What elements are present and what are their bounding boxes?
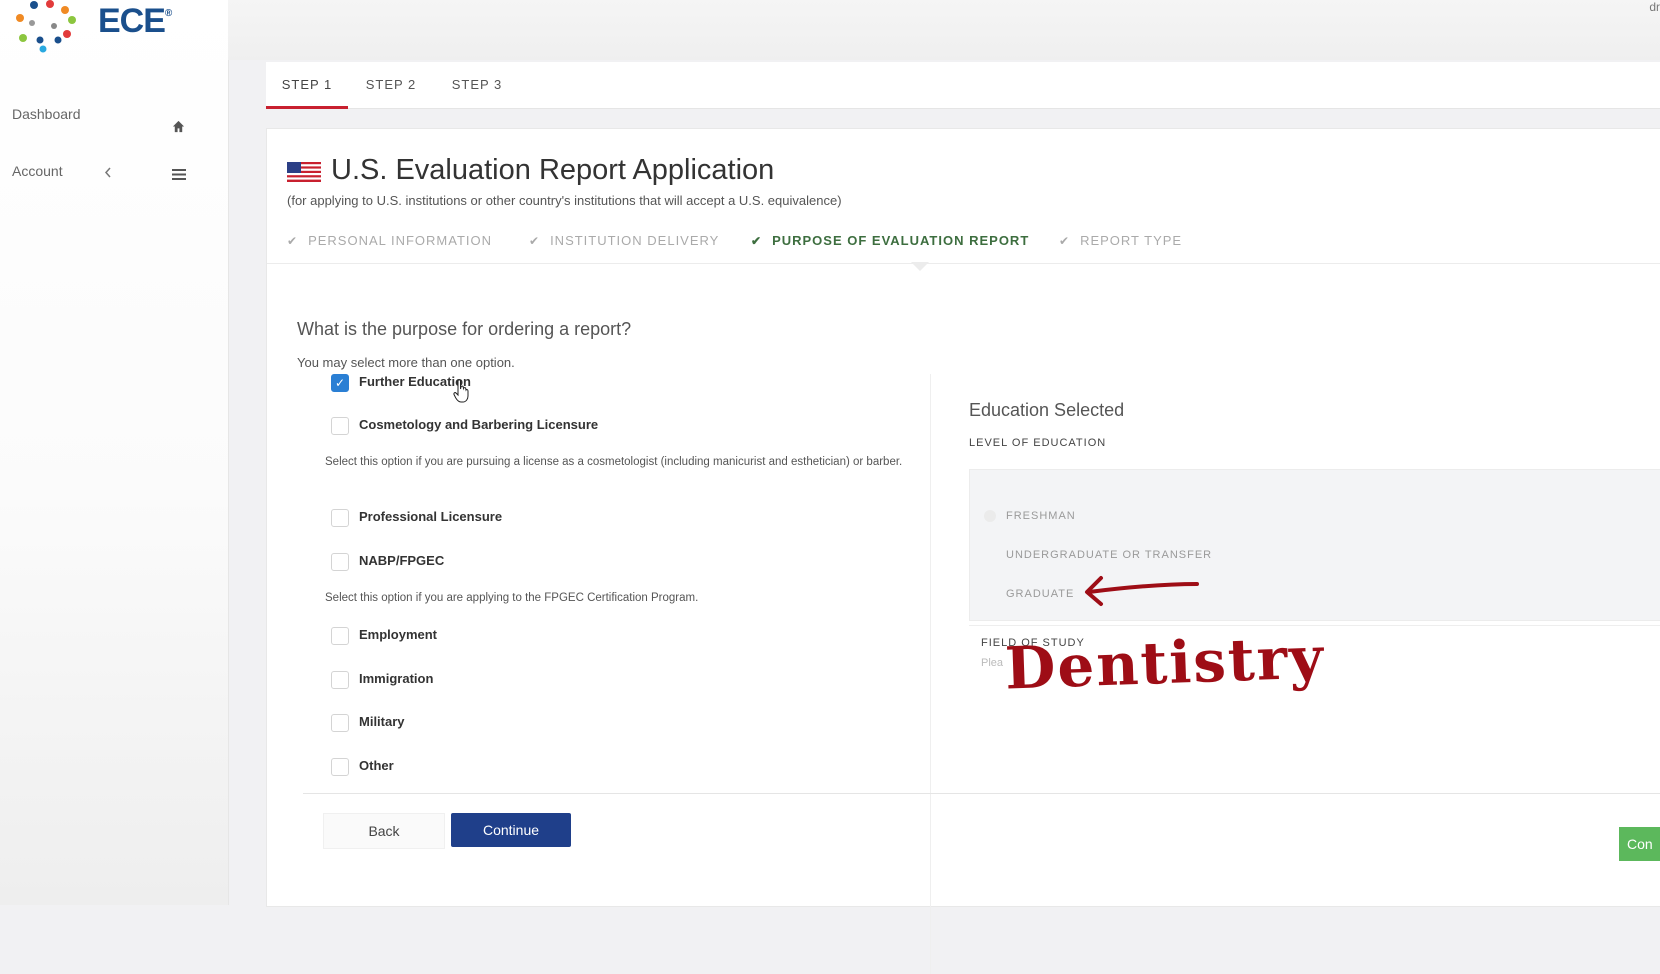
annotation-arrow-icon bbox=[1085, 576, 1199, 606]
application-card: U.S. Evaluation Report Application (for … bbox=[266, 128, 1660, 974]
checkmark-icon: ✔ bbox=[287, 234, 299, 248]
radio-freshman[interactable] bbox=[984, 510, 996, 522]
sidebar-item-label: Dashboard bbox=[12, 106, 81, 122]
option-description: Select this option if you are pursuing a… bbox=[325, 456, 903, 468]
option-label: Cosmetology and Barbering Licensure bbox=[359, 417, 599, 432]
progress-steps: ✔ PERSONAL INFORMATION ✔ INSTITUTION DELIV… bbox=[267, 221, 1660, 264]
level-of-education-label: LEVEL OF EDUCATION bbox=[969, 437, 1107, 449]
sidebar-item-account[interactable]: Account bbox=[12, 163, 63, 179]
option-label: Employment bbox=[359, 627, 438, 642]
option-label: Professional Licensure bbox=[359, 509, 503, 524]
sidebar: ECE® Dashboard Account bbox=[0, 0, 229, 905]
home-icon[interactable] bbox=[172, 120, 185, 133]
education-selected-title: Education Selected bbox=[969, 400, 1125, 420]
page-title: U.S. Evaluation Report Application bbox=[331, 154, 775, 186]
progress-personal-information[interactable]: ✔ PERSONAL INFORMATION bbox=[287, 233, 492, 248]
hand-cursor-icon bbox=[453, 379, 469, 403]
checkmark-icon: ✔ bbox=[1059, 234, 1071, 248]
checkmark-icon: ✔ bbox=[751, 234, 763, 248]
column-divider bbox=[930, 374, 931, 974]
field-of-study-input[interactable]: Plea bbox=[981, 657, 1003, 669]
purpose-hint: You may select more than one option. bbox=[297, 355, 515, 370]
radio-undergraduate[interactable] bbox=[984, 549, 996, 561]
tab-step-1[interactable]: STEP 1 bbox=[266, 62, 348, 109]
progress-label: PURPOSE OF EVALUATION REPORT bbox=[772, 233, 1030, 248]
tab-step-2[interactable]: STEP 2 bbox=[348, 62, 434, 108]
checkmark-icon: ✔ bbox=[529, 234, 541, 248]
progress-purpose-of-evaluation-report[interactable]: ✔ PURPOSE OF EVALUATION REPORT bbox=[751, 233, 1029, 248]
logo-mark-icon bbox=[16, 0, 76, 53]
purpose-question: What is the purpose for ordering a repor… bbox=[297, 319, 632, 339]
page-subtitle: (for applying to U.S. institutions or ot… bbox=[287, 193, 842, 208]
step-tabs: STEP 1 STEP 2 STEP 3 bbox=[266, 62, 1660, 109]
sidebar-item-dashboard[interactable]: Dashboard bbox=[12, 106, 81, 122]
progress-institution-delivery[interactable]: ✔ INSTITUTION DELIVERY bbox=[529, 233, 719, 248]
back-button[interactable]: Back bbox=[323, 813, 445, 849]
level-graduate[interactable]: GRADUATE bbox=[1006, 588, 1074, 600]
checkbox[interactable] bbox=[331, 553, 349, 571]
user-name-fragment[interactable]: dr bbox=[1649, 0, 1660, 14]
checkbox[interactable] bbox=[331, 758, 349, 776]
current-step-pointer bbox=[911, 262, 929, 271]
footer-divider bbox=[303, 793, 1660, 794]
handwritten-annotation: Dentistry bbox=[1003, 623, 1326, 703]
level-undergraduate-or-transfer[interactable]: UNDERGRADUATE OR TRANSFER bbox=[1006, 549, 1212, 561]
option-label: NABP/FPGEC bbox=[359, 553, 445, 568]
checkbox[interactable] bbox=[331, 509, 349, 527]
us-flag-icon bbox=[287, 162, 321, 182]
checkbox[interactable] bbox=[331, 671, 349, 689]
continue-button-right[interactable]: Con bbox=[1619, 827, 1660, 861]
education-level-list: FRESHMAN UNDERGRADUATE OR TRANSFER GRADU… bbox=[969, 469, 1660, 621]
option-label: Military bbox=[359, 714, 405, 729]
radio-graduate[interactable] bbox=[984, 588, 996, 600]
checkbox[interactable] bbox=[331, 714, 349, 732]
progress-report-type[interactable]: ✔ REPORT TYPE bbox=[1059, 233, 1182, 248]
tab-step-3[interactable]: STEP 3 bbox=[434, 62, 520, 108]
checkbox[interactable] bbox=[331, 627, 349, 645]
progress-label: REPORT TYPE bbox=[1080, 233, 1183, 248]
logo-text: ECE® bbox=[98, 2, 172, 40]
progress-label: INSTITUTION DELIVERY bbox=[550, 233, 720, 248]
top-header: dr bbox=[228, 0, 1660, 60]
chevron-left-icon[interactable] bbox=[104, 167, 112, 178]
option-description: Select this option if you are applying t… bbox=[325, 592, 699, 604]
option-label: Other bbox=[359, 758, 394, 773]
level-freshman[interactable]: FRESHMAN bbox=[1006, 510, 1076, 522]
option-label: Immigration bbox=[359, 671, 434, 686]
checkbox-checked[interactable]: ✓ bbox=[331, 374, 349, 392]
continue-button[interactable]: Continue bbox=[451, 813, 571, 847]
sidebar-item-label: Account bbox=[12, 163, 63, 179]
checkbox[interactable] bbox=[331, 417, 349, 435]
progress-label: PERSONAL INFORMATION bbox=[308, 233, 493, 248]
menu-icon[interactable] bbox=[172, 169, 186, 180]
ece-logo[interactable]: ECE® bbox=[10, 0, 172, 60]
